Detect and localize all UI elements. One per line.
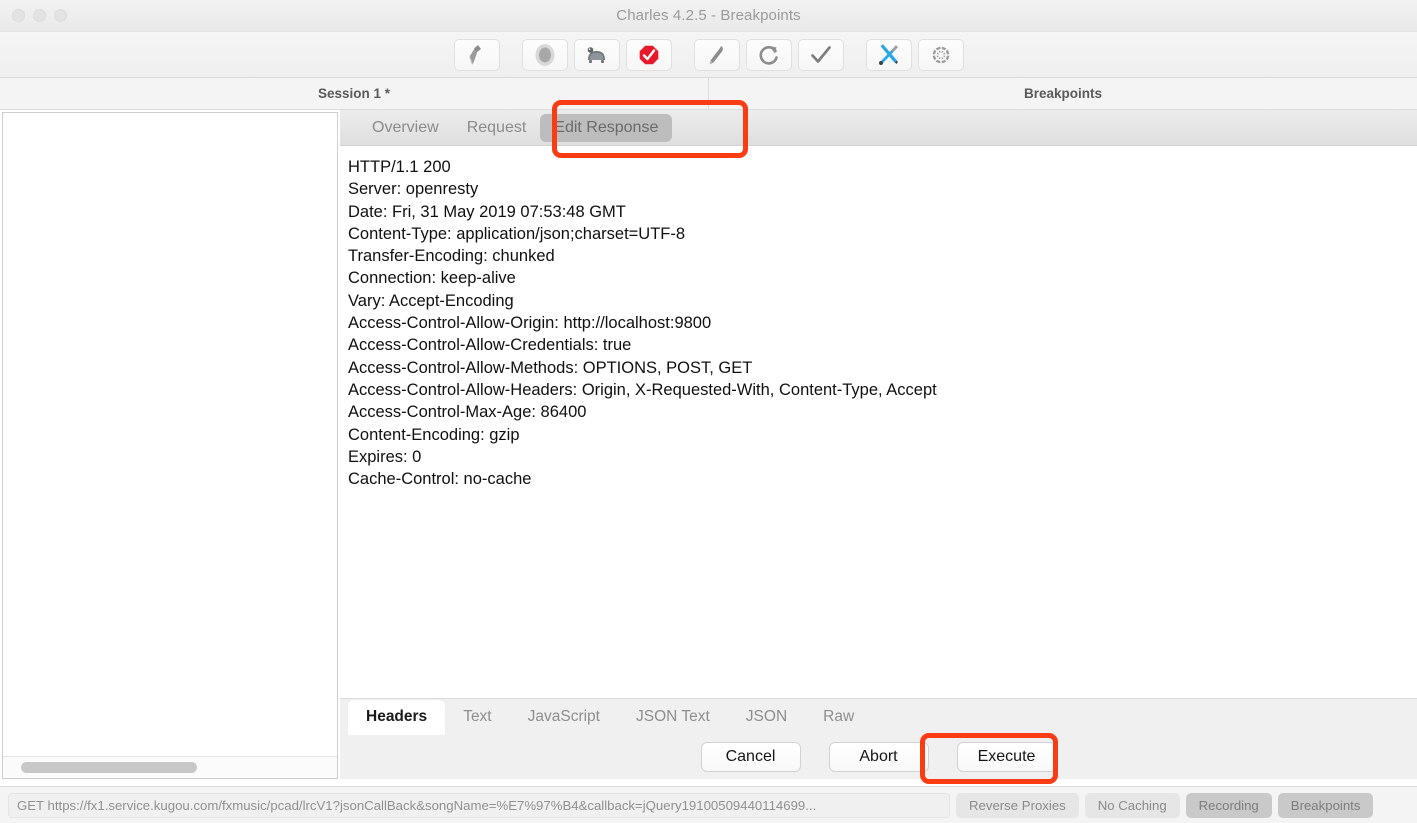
session-list-horizontal-scrollbar[interactable] [3, 756, 337, 778]
clear-session-button[interactable] [454, 39, 500, 71]
response-headers-editor[interactable]: HTTP/1.1 200 Server: openresty Date: Fri… [340, 147, 1417, 735]
status-toggle-breakpoints[interactable]: Breakpoints [1278, 793, 1374, 818]
tab-json-text[interactable]: JSON Text [618, 700, 728, 735]
settings-button[interactable] [918, 39, 964, 71]
breakpoints-button[interactable] [626, 39, 672, 71]
header-line: Transfer-Encoding: chunked [348, 245, 1417, 267]
gear-icon [930, 44, 952, 66]
wrench-screwdriver-icon [877, 43, 900, 66]
session-panel-title: Session 1 * [0, 78, 709, 109]
status-toggle-group: Reverse Proxies No Caching Recording Bre… [956, 793, 1373, 818]
cancel-button[interactable]: Cancel [701, 742, 801, 772]
tab-headers[interactable]: Headers [348, 700, 445, 735]
status-url-field[interactable]: GET https://fx1.service.kugou.com/fxmusi… [8, 793, 950, 818]
tab-overview[interactable]: Overview [358, 114, 453, 142]
header-line: Access-Control-Allow-Origin: http://loca… [348, 312, 1417, 334]
header-line: Content-Type: application/json;charset=U… [348, 223, 1417, 245]
header-line: Date: Fri, 31 May 2019 07:53:48 GMT [348, 201, 1417, 223]
abort-button[interactable]: Abort [829, 742, 929, 772]
tab-text[interactable]: Text [445, 700, 509, 735]
header-line: Content-Encoding: gzip [348, 424, 1417, 446]
tools-button[interactable] [866, 39, 912, 71]
stop-sign-check-icon [638, 44, 660, 66]
scrollbar-thumb[interactable] [21, 762, 197, 773]
header-line: Expires: 0 [348, 446, 1417, 468]
pen-icon [707, 44, 727, 66]
status-toggle-reverse-proxies[interactable]: Reverse Proxies [956, 793, 1079, 818]
session-request-list[interactable] [3, 113, 337, 756]
tab-request[interactable]: Request [453, 114, 541, 142]
breakpoints-panel-title: Breakpoints [709, 78, 1417, 109]
breakpoint-detail-panel: Overview Request Edit Response HTTP/1.1 … [340, 110, 1417, 779]
header-line: Server: openresty [348, 178, 1417, 200]
toolbar-group-session [454, 39, 500, 71]
broom-icon [467, 44, 487, 66]
toolbar-group-settings [866, 39, 964, 71]
checkmark-icon [810, 45, 832, 65]
header-line: Cache-Control: no-cache [348, 468, 1417, 490]
header-line: Vary: Accept-Encoding [348, 290, 1417, 312]
action-button-row: Cancel Abort Execute [340, 735, 1417, 779]
charles-app-window: Charles 4.2.5 - Breakpoints [0, 0, 1417, 823]
status-toggle-recording[interactable]: Recording [1186, 793, 1272, 818]
refresh-c-icon [758, 44, 780, 66]
record-circle-icon [534, 43, 556, 67]
compose-button[interactable] [694, 39, 740, 71]
header-line: Connection: keep-alive [348, 267, 1417, 289]
tab-edit-response[interactable]: Edit Response [540, 114, 672, 142]
response-view-tab-bar: Headers Text JavaScript JSON Text JSON R… [340, 698, 1417, 735]
status-toggle-no-caching[interactable]: No Caching [1085, 793, 1180, 818]
main-toolbar [0, 32, 1417, 78]
header-line: Access-Control-Allow-Headers: Origin, X-… [348, 379, 1417, 401]
record-button[interactable] [522, 39, 568, 71]
session-list-panel[interactable] [2, 112, 338, 779]
window-title: Charles 4.2.5 - Breakpoints [0, 7, 1417, 24]
toolbar-group-tools [694, 39, 844, 71]
header-line: Access-Control-Allow-Credentials: true [348, 334, 1417, 356]
tab-json[interactable]: JSON [728, 700, 805, 735]
panel-header-row: Session 1 * Breakpoints [0, 78, 1417, 110]
validate-button[interactable] [798, 39, 844, 71]
status-bar: GET https://fx1.service.kugou.com/fxmusi… [0, 786, 1417, 823]
execute-button[interactable]: Execute [957, 742, 1057, 772]
turtle-icon [585, 45, 609, 65]
header-line: Access-Control-Allow-Methods: OPTIONS, P… [348, 357, 1417, 379]
tab-javascript[interactable]: JavaScript [510, 700, 618, 735]
throttle-button[interactable] [574, 39, 620, 71]
repeat-button[interactable] [746, 39, 792, 71]
tab-raw[interactable]: Raw [805, 700, 872, 735]
header-line: HTTP/1.1 200 [348, 156, 1417, 178]
toolbar-group-capture [522, 39, 672, 71]
detail-tab-bar: Overview Request Edit Response [340, 110, 1417, 146]
header-line: Access-Control-Max-Age: 86400 [348, 401, 1417, 423]
title-bar: Charles 4.2.5 - Breakpoints [0, 0, 1417, 32]
